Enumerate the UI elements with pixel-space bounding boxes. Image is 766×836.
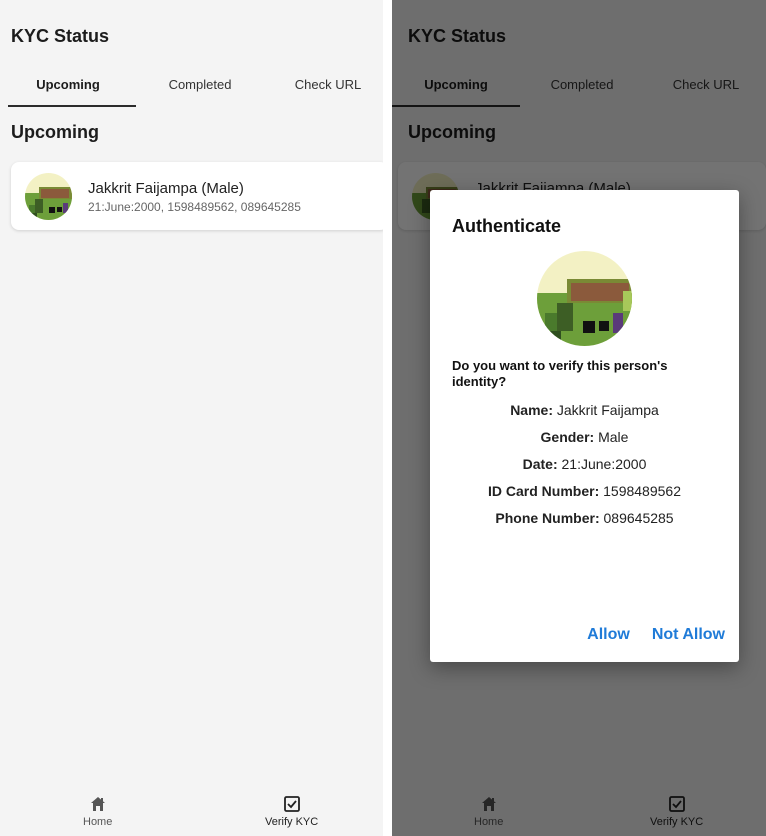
info-label: Gender: xyxy=(540,429,595,445)
info-gender: Gender: Male xyxy=(430,429,739,445)
info-value: Male xyxy=(598,429,629,445)
section-title: Upcoming xyxy=(11,122,99,142)
nav-home-label: Home xyxy=(83,816,113,828)
dialog-actions: Allow Not Allow xyxy=(587,626,725,644)
nav-verify-kyc[interactable]: Verify KYC xyxy=(265,796,318,828)
avatar xyxy=(25,173,72,220)
list-item[interactable]: Jakkrit Faijampa (Male) 21:June:2000, 15… xyxy=(11,162,383,230)
not-allow-button[interactable]: Not Allow xyxy=(652,626,725,644)
info-value: 21:June:2000 xyxy=(561,456,647,472)
info-value: 089645285 xyxy=(603,510,674,526)
tab-indicator xyxy=(8,105,136,107)
avatar xyxy=(537,251,632,346)
info-label: Name: xyxy=(510,402,553,418)
info-name: Name: Jakkrit Faijampa xyxy=(430,402,739,418)
tab-completed[interactable]: Completed xyxy=(136,68,264,108)
info-id-card: ID Card Number: 1598489562 xyxy=(430,483,739,499)
kyc-screen-list: KYC Status Upcoming Completed Check URL … xyxy=(0,0,383,836)
info-value: 1598489562 xyxy=(603,483,681,499)
info-value: Jakkrit Faijampa xyxy=(556,402,659,418)
person-details: 21:June:2000, 1598489562, 089645285 xyxy=(88,200,301,214)
info-label: Date: xyxy=(522,456,558,472)
info-label: Phone Number: xyxy=(495,510,600,526)
app-title: KYC Status xyxy=(11,26,110,46)
info-phone: Phone Number: 089645285 xyxy=(430,510,739,526)
home-icon xyxy=(90,797,105,811)
allow-button[interactable]: Allow xyxy=(587,626,630,644)
tab-bar: Upcoming Completed Check URL xyxy=(0,68,383,108)
authenticate-dialog: Authenticate Do you want to verify this … xyxy=(430,190,739,662)
info-date: Date: 21:June:2000 xyxy=(430,456,739,472)
person-name: Jakkrit Faijampa (Male) xyxy=(88,180,244,197)
info-label: ID Card Number: xyxy=(488,483,600,499)
kyc-screen-dialog: KYC Status Upcoming Completed Check URL … xyxy=(392,0,766,836)
checkbox-icon xyxy=(283,796,300,812)
dialog-question: Do you want to verify this person's iden… xyxy=(452,358,668,389)
tab-check-url[interactable]: Check URL xyxy=(264,68,383,108)
nav-verify-kyc-label: Verify KYC xyxy=(265,816,319,828)
bottom-nav: Home Verify KYC xyxy=(0,788,383,836)
nav-home[interactable]: Home xyxy=(83,796,112,828)
tab-upcoming[interactable]: Upcoming xyxy=(0,68,136,108)
dialog-title: Authenticate xyxy=(452,216,562,236)
